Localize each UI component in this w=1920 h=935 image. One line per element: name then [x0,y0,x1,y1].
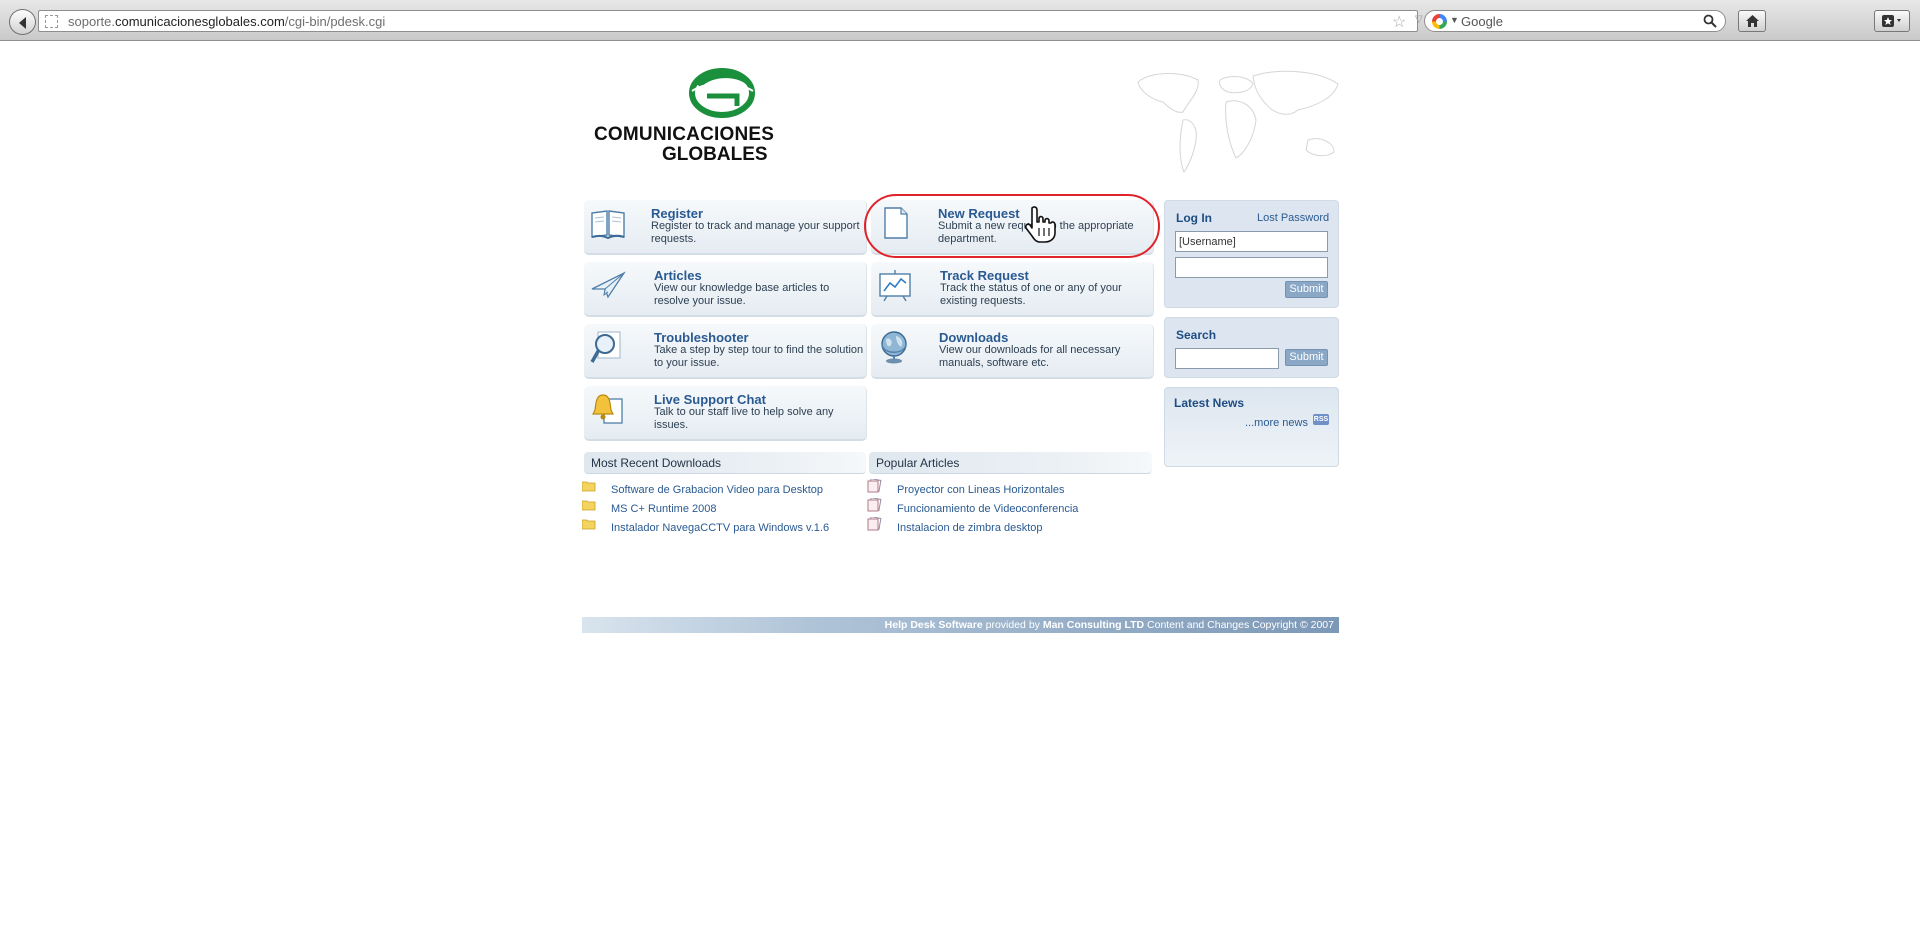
tile-track-request-title[interactable]: Track Request [940,268,1029,283]
news-box: Latest News ...more news RSS [1164,387,1339,467]
more-news-link[interactable]: ...more news [1245,417,1308,429]
search-placeholder: Google [1461,14,1503,29]
bookmarks-button[interactable] [1874,10,1910,32]
tile-track-request-desc: Track the status of one or any of your e… [940,282,1122,307]
article-icon [867,517,882,531]
bookmark-star-icon[interactable]: ☆ [1392,12,1406,32]
back-arrow-icon [19,17,26,29]
article-item[interactable]: Proyector con Lineas Horizontales [897,484,1065,496]
login-box: Log In Lost Password Submit [1164,200,1339,308]
footer-company-link[interactable]: Man Consulting LTD [1043,619,1144,631]
url-prefix: soporte. [68,14,115,29]
document-icon [884,207,908,239]
article-item[interactable]: Instalacion de zimbra desktop [897,522,1043,534]
footer-text-2: Content and Changes Copyright © 2007 [1144,619,1334,631]
search-icon[interactable] [1703,14,1717,28]
tile-live-chat-title[interactable]: Live Support Chat [654,392,766,407]
tile-troubleshooter[interactable]: Troubleshooter Take a step by step tour … [584,324,867,379]
logo-line1: COMUNICACIONES [594,124,775,145]
company-logo[interactable]: COMUNICACIONES GLOBALES [594,66,774,166]
tile-troubleshooter-title[interactable]: Troubleshooter [654,330,749,345]
url-path: /cgi-bin/pdesk.cgi [284,14,386,29]
home-icon [1746,15,1759,27]
login-submit-button[interactable]: Submit [1285,281,1328,298]
articles-heading: Popular Articles [869,452,1152,474]
folder-icon [582,519,596,530]
history-dropdown-icon[interactable]: ▽ [1415,14,1423,25]
downloads-heading: Most Recent Downloads [584,452,866,474]
hand-cursor-icon [1025,206,1056,243]
google-icon[interactable] [1432,14,1447,29]
username-input[interactable] [1175,231,1328,252]
folder-icon [582,500,596,511]
logo-line2: GLOBALES [662,144,768,165]
lost-password-link[interactable]: Lost Password [1257,212,1329,224]
article-icon [867,479,882,493]
tile-downloads-desc: View our downloads for all necessary man… [939,344,1121,369]
footer-text-1: provided by [982,619,1043,631]
bell-icon [592,394,623,424]
tile-downloads-title[interactable]: Downloads [939,330,1008,345]
tile-register[interactable]: Register Register to track and manage yo… [584,200,867,255]
download-item[interactable]: Software de Grabacion Video para Desktop [611,484,823,496]
address-url: soporte.comunicacionesglobales.com/cgi-b… [68,14,385,29]
search-title: Search [1176,328,1217,342]
tile-register-title[interactable]: Register [651,206,703,221]
logo-swirl-icon [689,68,755,118]
bookmarks-icon [1882,15,1901,27]
world-map-icon [1137,70,1339,174]
tile-downloads[interactable]: Downloads View our downloads for all nec… [871,324,1154,379]
tile-troubleshooter-desc: Take a step by step tour to find the sol… [654,344,864,369]
tile-register-desc: Register to track and manage your suppor… [651,220,860,245]
page-icon [45,15,58,28]
address-bar[interactable]: soporte.comunicacionesglobales.com/cgi-b… [38,10,1446,32]
download-item[interactable]: Instalador NavegaCCTV para Windows v.1.6 [611,522,829,534]
tile-track-request[interactable]: Track Request Track the status of one or… [871,262,1154,317]
rss-badge[interactable]: RSS [1313,414,1329,425]
tile-new-request[interactable]: New Request Submit a new request to the … [871,200,1154,255]
tile-articles-desc: View our knowledge base articles to reso… [654,282,830,307]
footer-bar: Help Desk Software provided by Man Consu… [582,617,1339,633]
book-icon [591,210,625,240]
site-search-input[interactable] [1175,348,1279,369]
tile-articles-title[interactable]: Articles [654,268,702,283]
browser-search-bar[interactable]: ▼ Google [1424,10,1726,32]
paper-plane-icon [591,271,626,299]
footer-product-link[interactable]: Help Desk Software [885,619,983,631]
article-icon [867,498,882,512]
search-box: Search Submit [1164,317,1339,378]
download-item[interactable]: MS C+ Runtime 2008 [611,503,716,515]
search-submit-button[interactable]: Submit [1285,349,1328,366]
back-button[interactable] [9,9,36,35]
article-item[interactable]: Funcionamiento de Videoconferencia [897,503,1078,515]
password-input[interactable] [1175,257,1328,278]
magnifier-icon [590,331,621,363]
folder-icon [582,481,596,492]
news-title: Latest News [1174,396,1245,410]
tile-live-chat-desc: Talk to our staff live to help solve any… [654,406,834,431]
tile-articles[interactable]: Articles View our knowledge base article… [584,262,867,317]
globe-icon [881,331,907,364]
engine-dropdown-icon[interactable]: ▼ [1450,15,1459,25]
home-button[interactable] [1738,10,1766,32]
tile-new-request-title[interactable]: New Request [938,206,1020,221]
url-host: comunicacionesglobales.com [114,14,285,29]
browser-toolbar: soporte.comunicacionesglobales.com/cgi-b… [0,0,1920,41]
tile-live-chat[interactable]: Live Support Chat Talk to our staff live… [584,386,867,441]
chart-board-icon [879,270,911,302]
login-title: Log In [1176,211,1212,225]
